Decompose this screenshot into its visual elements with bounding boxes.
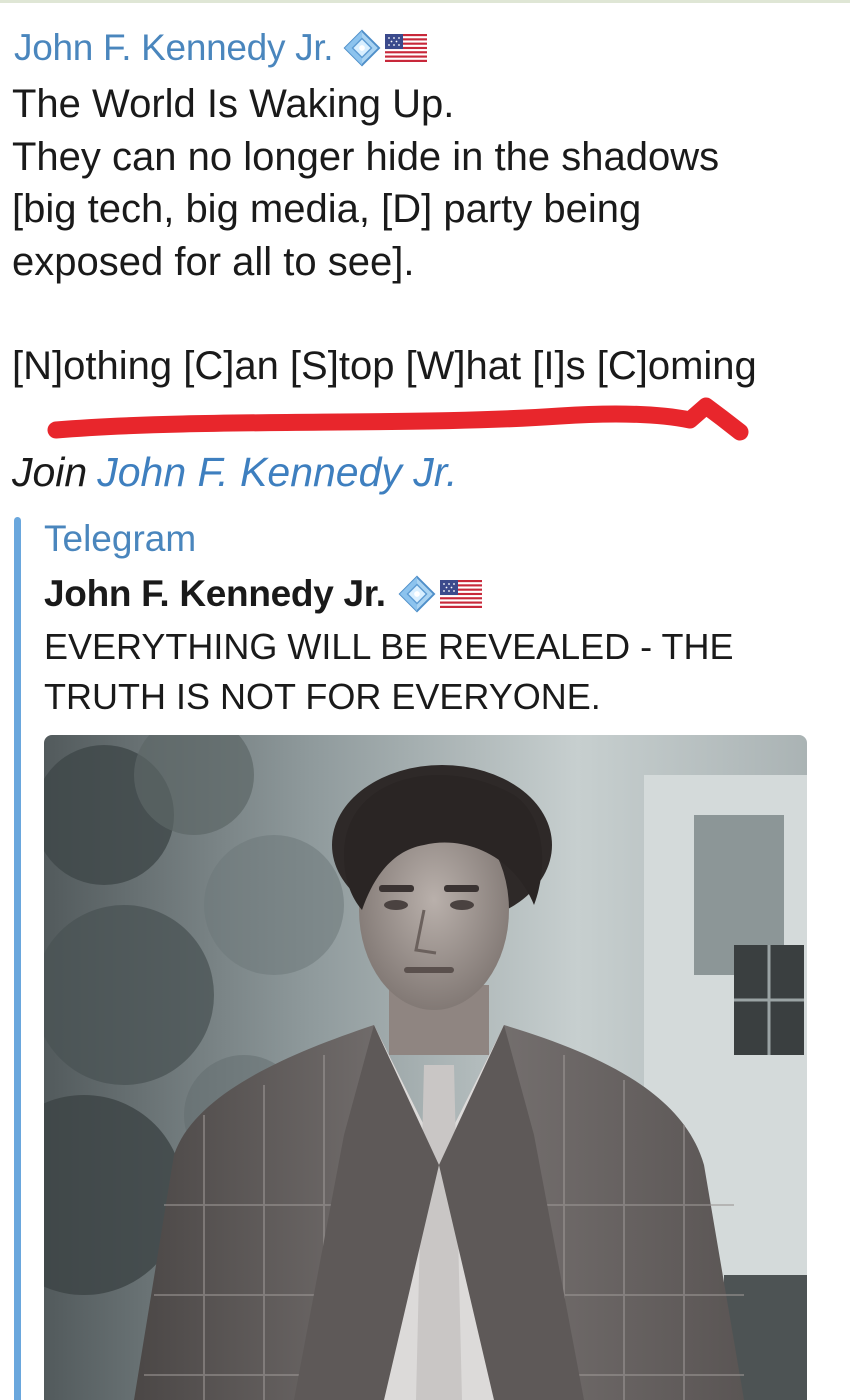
link-preview-description: EVERYTHING WILL BE REVEALED - THE TRUTH … [44, 626, 734, 717]
message-line: The World Is Waking Up. [12, 82, 455, 126]
link-preview-accent-bar [14, 517, 21, 1400]
message-body: The World Is Waking Up. They can no long… [12, 78, 842, 393]
link-preview-photo[interactable] [44, 735, 807, 1400]
join-prefix: Join [12, 449, 88, 495]
message-line: exposed for all to see]. [12, 239, 415, 284]
message-line: They can no longer hide in the shadows [12, 134, 720, 179]
link-preview-title: John F. Kennedy Jr. [44, 573, 386, 614]
join-channel-link[interactable]: John F. Kennedy Jr. [97, 449, 457, 495]
link-preview-title-row[interactable]: John F. Kennedy Jr. [44, 570, 482, 618]
portrait-photo-image [44, 735, 807, 1400]
message-line: [big tech, big media, [D] party being [12, 187, 642, 231]
us-flag-icon [439, 580, 482, 608]
highlighted-line: [N]othing [C]an [S]top [W]hat [I]s [C]om… [12, 344, 757, 388]
join-channel-row: Join John F. Kennedy Jr. [12, 449, 457, 496]
message-header: John F. Kennedy Jr. [14, 22, 428, 74]
bubble-top-edge [0, 0, 850, 3]
blue-diamond-icon [398, 575, 436, 613]
red-underline-mark [47, 397, 749, 441]
us-flag-icon [385, 34, 428, 62]
sender-name[interactable]: John F. Kennedy Jr. [14, 27, 334, 69]
blue-diamond-icon [343, 29, 381, 67]
link-preview-site-name[interactable]: Telegram [44, 518, 196, 560]
